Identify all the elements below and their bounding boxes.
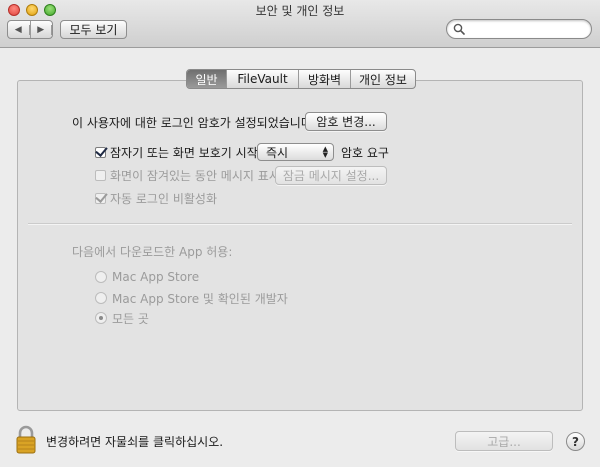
radio-label-identified-developers: Mac App Store 및 확인된 개발자 bbox=[112, 291, 288, 306]
search-input[interactable] bbox=[467, 21, 589, 39]
password-delay-value: 즉시 bbox=[266, 145, 289, 160]
section-divider bbox=[28, 223, 572, 225]
forward-arrow-icon: ▶ bbox=[31, 24, 52, 35]
radio-anywhere[interactable] bbox=[95, 312, 107, 324]
show-message-row: 화면이 잠겨있는 동안 메시지 표시 bbox=[95, 168, 280, 183]
back-forward-control: ◀ ▶ bbox=[7, 20, 53, 39]
popup-arrows-icon: ▲ ▼ bbox=[322, 145, 328, 159]
tab-general[interactable]: 일반 bbox=[187, 70, 227, 88]
change-password-button[interactable]: 암호 변경... bbox=[305, 112, 387, 131]
help-button[interactable]: ? bbox=[566, 432, 585, 451]
tab-privacy[interactable]: 개인 정보 bbox=[351, 70, 415, 88]
title-bar: 보안 및 개인 정보 ◀ ▶ 모두 보기 bbox=[0, 0, 600, 48]
require-password-checkbox[interactable] bbox=[95, 146, 106, 158]
disable-auto-login-checkbox[interactable] bbox=[95, 192, 106, 204]
search-field[interactable] bbox=[446, 19, 592, 39]
set-lock-message-button[interactable]: 잠금 메시지 설정... bbox=[275, 166, 387, 185]
search-icon bbox=[453, 23, 465, 35]
radio-row-mac-app-store: Mac App Store bbox=[95, 270, 199, 284]
advanced-button[interactable]: 고급... bbox=[455, 431, 553, 451]
radio-row-anywhere: 모든 곳 bbox=[95, 311, 149, 326]
require-password-suffix: 암호 요구 bbox=[341, 145, 389, 160]
radio-mac-app-store[interactable] bbox=[95, 271, 107, 283]
disable-auto-login-row: 자동 로그인 비활성화 bbox=[95, 191, 217, 206]
radio-identified-developers[interactable] bbox=[95, 292, 107, 304]
require-password-row: 잠자기 또는 화면 보호기 시작 bbox=[95, 145, 258, 160]
show-all-button[interactable]: 모두 보기 bbox=[60, 20, 127, 39]
back-button[interactable]: ◀ bbox=[8, 21, 31, 38]
password-status-text: 이 사용자에 대한 로그인 암호가 설정되었습니다. bbox=[72, 115, 316, 130]
radio-label-mac-app-store: Mac App Store bbox=[112, 270, 200, 284]
window-title: 보안 및 개인 정보 bbox=[255, 4, 345, 18]
tab-bar: 일반 FileVault 방화벽 개인 정보 bbox=[186, 69, 416, 89]
lock-hint-text: 변경하려면 자물쇠를 클릭하십시오. bbox=[46, 434, 224, 449]
tab-firewall[interactable]: 방화벽 bbox=[299, 70, 351, 88]
radio-row-identified-developers: Mac App Store 및 확인된 개발자 bbox=[95, 291, 288, 306]
show-message-label: 화면이 잠겨있는 동안 메시지 표시 bbox=[110, 168, 280, 183]
tab-filevault[interactable]: FileVault bbox=[227, 70, 299, 88]
radio-label-anywhere: 모든 곳 bbox=[112, 311, 149, 326]
allow-apps-heading: 다음에서 다운로드한 App 허용: bbox=[72, 244, 233, 259]
back-arrow-icon: ◀ bbox=[8, 24, 30, 35]
require-password-label: 잠자기 또는 화면 보호기 시작 bbox=[110, 145, 258, 160]
show-message-checkbox[interactable] bbox=[95, 169, 106, 181]
password-delay-popup[interactable]: 즉시 ▲ ▼ bbox=[257, 143, 334, 161]
forward-button[interactable]: ▶ bbox=[31, 21, 52, 38]
lock-icon[interactable] bbox=[15, 425, 37, 455]
disable-auto-login-label: 자동 로그인 비활성화 bbox=[110, 191, 217, 206]
